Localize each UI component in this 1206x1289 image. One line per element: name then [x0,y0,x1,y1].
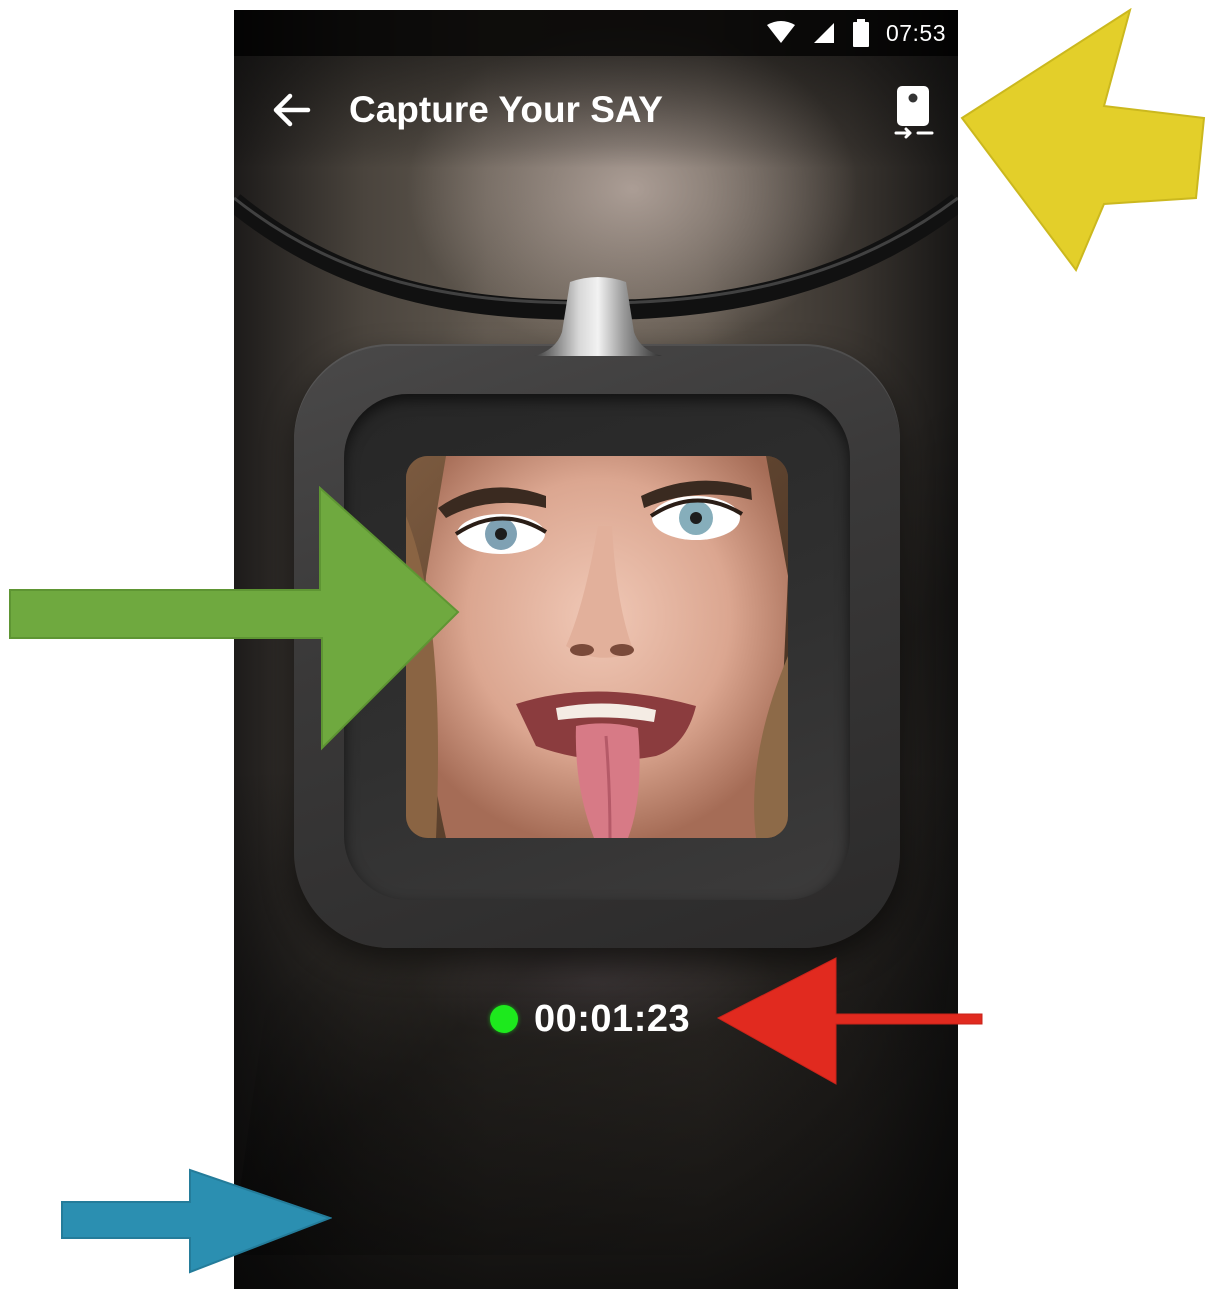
screenshot-stage: 07:53 Capture Your SAY 00:01:23 [0,0,1206,1289]
back-button[interactable] [268,86,316,134]
status-icons: 07:53 [766,18,946,48]
recording-timer: 00:01:23 [490,994,690,1044]
camera-preview[interactable] [406,456,788,838]
wifi-icon [766,21,795,43]
switch-camera-button[interactable] [890,84,938,140]
elapsed-time: 00:01:23 [534,997,691,1040]
yellow-annotation-arrow [960,8,1206,272]
camera-preview-face [406,456,788,838]
cell-signal-icon [813,23,834,43]
green-annotation-arrow [9,486,460,751]
pendant-bail [534,277,662,356]
page-title: Capture Your SAY [349,89,663,130]
battery-icon [852,19,869,47]
app-bar: Capture Your SAY [234,56,958,168]
status-bar: 07:53 [234,10,958,56]
switch-camera-icon [894,86,934,139]
arrow-left-icon [273,93,311,127]
blue-annotation-arrow [61,1168,332,1274]
recording-indicator [490,1005,518,1033]
red-annotation-arrow [716,957,983,1085]
